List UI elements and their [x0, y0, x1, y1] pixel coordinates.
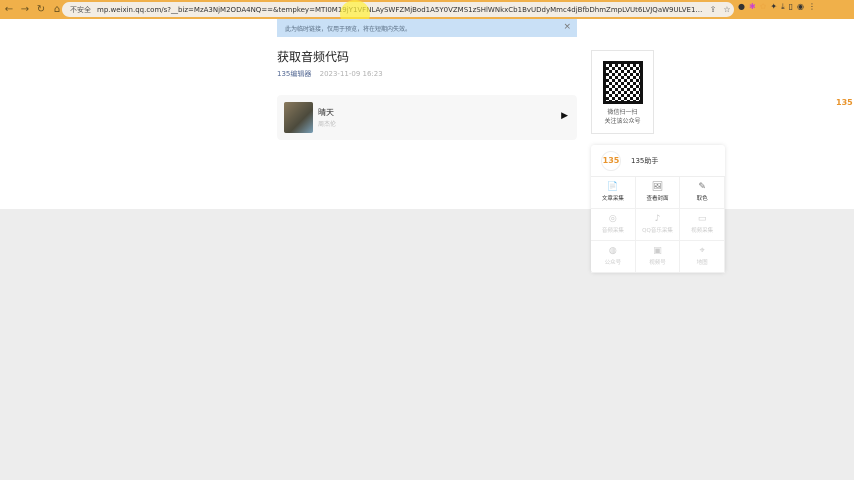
reload-icon[interactable]: ↻: [34, 4, 48, 15]
avatar[interactable]: ◉: [797, 2, 804, 12]
helper-item-icon: ◎: [608, 214, 617, 224]
helper-item-label: 音频采集: [601, 228, 624, 234]
extension-icon[interactable]: ✿: [760, 2, 767, 12]
banner-text: 此为临时链接，仅用于预览，将在短期内失效。: [285, 26, 412, 33]
publish-date: 2023-11-09 16:23: [319, 70, 383, 78]
song-title: 晴天: [318, 108, 334, 117]
article-meta: 135编辑器 2023-11-09 16:23: [277, 69, 383, 79]
address-bar[interactable]: 不安全 mp.weixin.qq.com/s?__biz=MzA3NjM2ODA…: [62, 2, 734, 17]
qr-code: [602, 61, 643, 104]
helper-item[interactable]: 🖼 查看封面: [635, 177, 681, 209]
song-artist: 周杰伦: [318, 121, 337, 128]
helper-item[interactable]: ⌖ 地图: [680, 241, 725, 273]
extension-icon[interactable]: ✱: [749, 2, 756, 12]
extension-icon[interactable]: ●: [738, 2, 745, 12]
qr-caption-2: 关注该公众号: [604, 118, 641, 125]
bookmark-star-icon[interactable]: ☆: [720, 5, 734, 14]
helper-grid: 📄 文章采集 🖼 查看封面 ✎ 取色 ◎ 音频采集 ♪ QQ音乐采集 ▭ 视频采集 ◍ 公众号 ▣ 视频号 ⌖ 地…: [591, 177, 725, 273]
helper-item-icon: ◍: [608, 246, 617, 256]
helper-panel: 135 135助手 📄 文章采集 🖼 查看封面 ✎ 取色 ◎ 音频采集 ♪ QQ音乐采集 ▭ 视频采集…: [591, 145, 725, 273]
play-icon[interactable]: ▶: [561, 111, 568, 121]
helper-item-icon: ✎: [698, 182, 706, 192]
download-icon[interactable]: ⤓: [781, 2, 785, 12]
extensions: ● ✱ ✿ ✦ ⤓ ▯ ◉ ⋮: [738, 2, 816, 12]
helper-item[interactable]: ✎ 取色: [680, 177, 725, 209]
page-title: 获取音频代码: [277, 50, 350, 64]
preview-banner: 此为临时链接，仅用于预览，将在短期内失效。 ×: [277, 19, 577, 37]
helper-logo: 135: [601, 150, 621, 171]
helper-item-icon: 📄: [607, 182, 619, 192]
qr-caption-1: 微信扫一扫: [607, 109, 638, 116]
helper-item[interactable]: ◎ 音频采集: [591, 209, 636, 241]
helper-item-label: QQ音乐采集: [642, 228, 673, 234]
security-warning[interactable]: 不安全: [70, 5, 91, 15]
helper-item-label: 视频采集: [691, 228, 714, 234]
helper-item-label: 文章采集: [601, 196, 624, 202]
helper-item-icon: ▣: [653, 246, 662, 256]
audio-player[interactable]: 晴天 周杰伦 ▶: [277, 95, 577, 140]
album-cover: [284, 102, 313, 133]
helper-name: 135助手: [631, 156, 659, 165]
helper-item-label: 取色: [696, 196, 708, 202]
helper-item[interactable]: ▣ 视频号: [635, 241, 681, 273]
helper-item-icon: ♪: [654, 214, 661, 224]
helper-item-icon: ▭: [697, 214, 707, 224]
helper-item-icon: 🖼: [651, 182, 664, 192]
url-text[interactable]: mp.weixin.qq.com/s?__biz=MzA3NjM2ODA4NQ=…: [97, 6, 706, 14]
qr-card: 微信扫一扫 关注该公众号: [591, 50, 654, 134]
helper-item[interactable]: ◍ 公众号: [591, 241, 636, 273]
author-link[interactable]: 135编辑器: [277, 70, 311, 78]
helper-item[interactable]: ♪ QQ音乐采集: [635, 209, 681, 241]
helper-item-icon: ⌖: [699, 246, 705, 256]
helper-item-label: 视频号: [649, 260, 666, 266]
close-icon[interactable]: ×: [563, 22, 571, 32]
helper-item[interactable]: 📄 文章采集: [591, 177, 636, 209]
back-icon[interactable]: ←: [2, 4, 16, 15]
share-icon[interactable]: ⇪: [706, 5, 720, 14]
sidepanel-icon[interactable]: ▯: [789, 2, 793, 12]
side-135-button[interactable]: 135: [836, 98, 853, 107]
helper-item-label: 地图: [696, 260, 708, 266]
forward-icon[interactable]: →: [18, 4, 32, 15]
puzzle-icon[interactable]: ✦: [770, 2, 777, 12]
helper-item-label: 公众号: [604, 260, 622, 266]
helper-item[interactable]: ▭ 视频采集: [680, 209, 725, 241]
menu-icon[interactable]: ⋮: [808, 2, 816, 12]
helper-header: 135 135助手: [591, 145, 725, 177]
helper-item-label: 查看封面: [646, 196, 669, 202]
